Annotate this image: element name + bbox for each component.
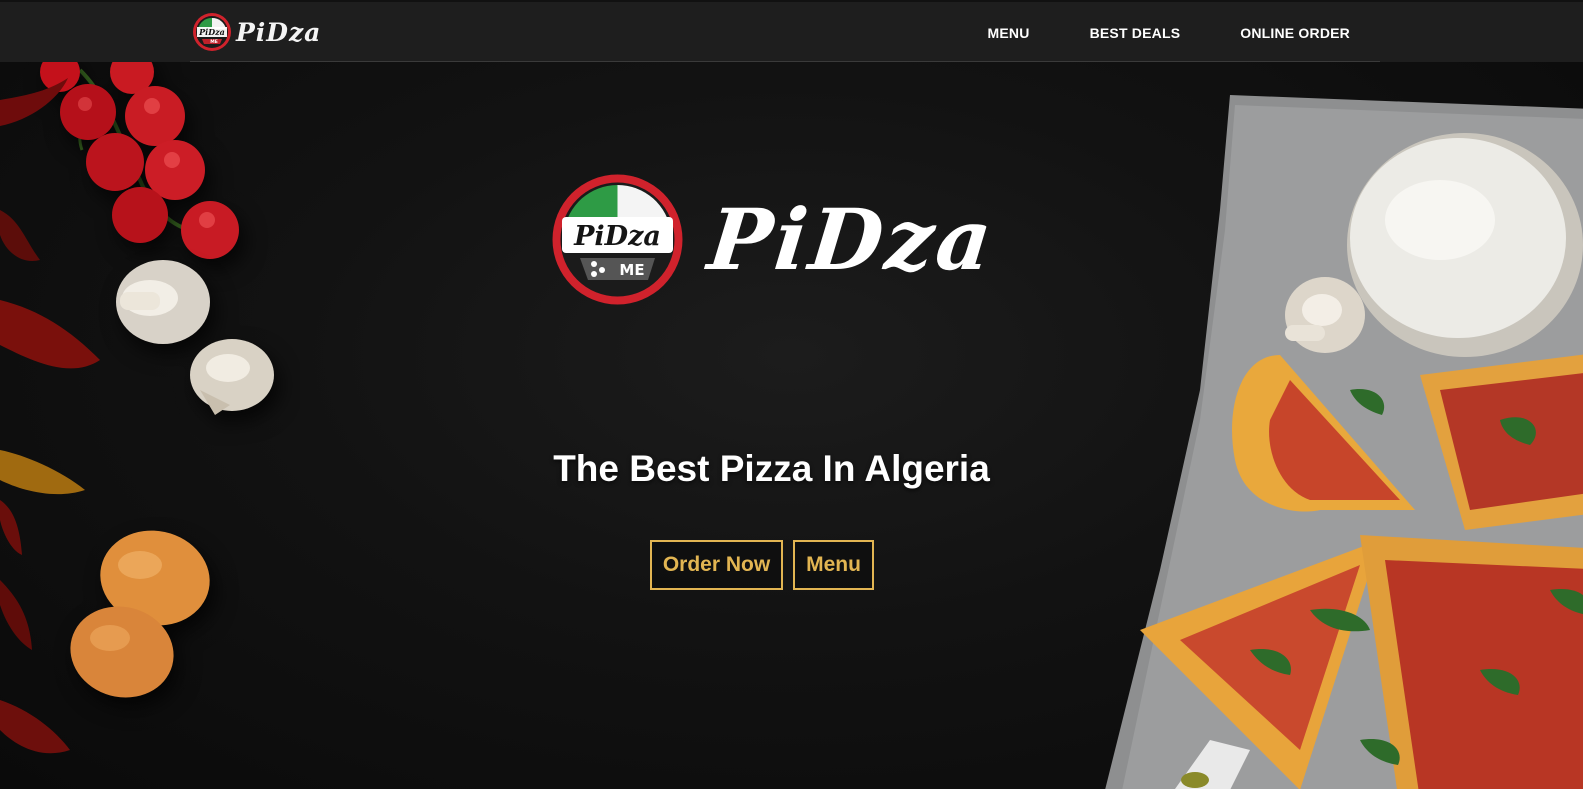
pidza-badge-icon: PiDza ME [193, 13, 231, 51]
ingredients-left-image [0, 60, 274, 754]
navbar: PiDza ME PiDza MENU BEST DEALS ONLINE OR… [0, 0, 1583, 62]
nav-links: MENU BEST DEALS ONLINE ORDER [988, 2, 1350, 64]
hero-title: The Best Pizza In Algeria [553, 448, 990, 489]
menu-button[interactable]: Menu [793, 540, 874, 590]
nav-brand-wordmark: PiDza [236, 17, 322, 47]
nav-badge-sub: ME [210, 39, 218, 45]
pizza-board-image [1105, 95, 1583, 789]
nav-link-best-deals[interactable]: BEST DEALS [1090, 25, 1181, 41]
hero-badge-sub: ME [619, 261, 644, 279]
hero-buttons: Order Now Menu [650, 540, 874, 590]
hero-badge-icon: PiDza ME [552, 174, 683, 305]
hero-logo: PiDza ME PiDza [550, 172, 1000, 307]
landing-page: PiDza ME PiDza MENU BEST DEALS ONLINE OR… [0, 0, 1583, 789]
order-now-button[interactable]: Order Now [650, 540, 783, 590]
nav-brand-link[interactable]: PiDza ME PiDza [192, 12, 321, 52]
hero-wordmark: PiDza [703, 190, 1000, 289]
nav-link-menu[interactable]: MENU [988, 25, 1030, 41]
nav-link-online-order[interactable]: ONLINE ORDER [1240, 25, 1350, 41]
nav-badge-text: PiDza [198, 27, 225, 37]
hero-badge-text: PiDza [573, 221, 661, 252]
